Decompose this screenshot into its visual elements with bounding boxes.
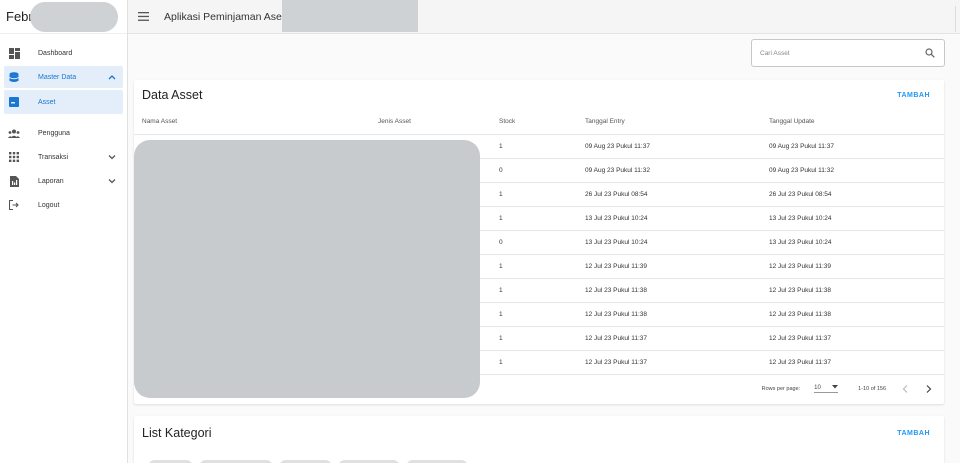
cell-tanggal-update: 12 Jul 23 Pukul 11:37 — [761, 350, 944, 375]
sidebar-item-label: Master Data — [38, 73, 77, 81]
sidebar-item-transaksi[interactable]: Transaksi — [4, 146, 123, 168]
top-bar: Aplikasi Peminjaman Aset — [128, 0, 960, 34]
chevron-down-icon — [107, 176, 117, 186]
redacted-title — [282, 0, 418, 32]
sidebar-item-dashboard[interactable]: Dashboard — [4, 42, 123, 64]
divider — [955, 6, 956, 32]
column-header-stock[interactable]: Stock — [491, 110, 577, 135]
search-input[interactable] — [760, 49, 924, 57]
cell-tanggal-update: 12 Jul 23 Pukul 11:38 — [761, 278, 944, 303]
sidebar-item-label: Dashboard — [38, 49, 73, 57]
sidebar-item-asset[interactable]: Asset — [4, 90, 123, 114]
rows-per-page-select[interactable]: 10 — [814, 384, 839, 393]
cell-stock: 1 — [491, 302, 577, 327]
cell-stock: 1 — [491, 326, 577, 351]
database-icon — [8, 71, 20, 83]
main-content: Data Asset TAMBAH Nama Asset Jenis Asset… — [128, 34, 960, 463]
cell-stock: 1 — [491, 134, 577, 159]
cell-tanggal-entry: 12 Jul 23 Pukul 11:37 — [577, 326, 761, 351]
redacted-area — [134, 140, 480, 398]
add-kategori-button[interactable]: TAMBAH — [897, 430, 930, 437]
search-box — [751, 39, 945, 67]
cell-tanggal-update: 13 Jul 23 Pukul 10:24 — [761, 230, 944, 255]
users-icon — [8, 127, 20, 139]
asset-card-title: Data Asset — [142, 88, 203, 102]
column-header-tanggal-update[interactable]: Tanggal Update — [761, 110, 944, 135]
column-header-tanggal-entry[interactable]: Tanggal Entry — [577, 110, 761, 135]
next-page-button[interactable] — [924, 384, 934, 394]
chevron-down-icon — [107, 152, 117, 162]
kategori-card-header: List Kategori TAMBAH — [134, 416, 944, 450]
sidebar-item-master-data[interactable]: Master Data — [4, 66, 123, 88]
cell-tanggal-entry: 09 Aug 23 Pukul 11:37 — [577, 134, 761, 159]
cell-stock: 0 — [491, 230, 577, 255]
cell-stock: 1 — [491, 254, 577, 279]
asset-card-header: Data Asset TAMBAH — [134, 80, 944, 110]
asset-card: Data Asset TAMBAH Nama Asset Jenis Asset… — [134, 80, 944, 404]
sidebar: Febri Dashboard Master Data Asset Penggu… — [0, 0, 128, 463]
cell-tanggal-entry: 12 Jul 23 Pukul 11:38 — [577, 278, 761, 303]
cell-tanggal-update: 12 Jul 23 Pukul 11:38 — [761, 302, 944, 327]
table-header-row: Nama Asset Jenis Asset Stock Tanggal Ent… — [134, 110, 944, 135]
cell-tanggal-update: 13 Jul 23 Pukul 10:24 — [761, 206, 944, 231]
chevron-up-icon — [107, 72, 117, 82]
cell-stock: 1 — [491, 182, 577, 207]
menu-icon[interactable] — [136, 10, 150, 24]
sidebar-item-label: Laporan — [38, 177, 64, 185]
kategori-card-title: List Kategori — [142, 426, 212, 440]
kategori-card: List Kategori TAMBAH KendaraanRuang Kela… — [134, 416, 944, 463]
sidebar-item-logout[interactable]: Logout — [4, 194, 123, 216]
app-title: Aplikasi Peminjaman Aset — [164, 10, 285, 23]
cell-stock: 0 — [491, 158, 577, 183]
sidebar-item-label: Logout — [38, 201, 60, 209]
sidebar-item-label: Asset — [38, 98, 56, 106]
search-icon[interactable] — [924, 47, 936, 59]
rows-per-page-label: Rows per page: — [761, 385, 801, 392]
asset-icon — [8, 96, 20, 108]
cell-tanggal-entry: 13 Jul 23 Pukul 10:24 — [577, 230, 761, 255]
add-asset-button[interactable]: TAMBAH — [897, 92, 930, 99]
prev-page-button[interactable] — [900, 384, 910, 394]
cell-stock: 1 — [491, 206, 577, 231]
dashboard-icon — [8, 47, 20, 59]
cell-tanggal-update: 12 Jul 23 Pukul 11:39 — [761, 254, 944, 279]
sidebar-item-pengguna[interactable]: Pengguna — [4, 122, 123, 144]
cell-tanggal-entry: 12 Jul 23 Pukul 11:39 — [577, 254, 761, 279]
cell-tanggal-entry: 13 Jul 23 Pukul 10:24 — [577, 206, 761, 231]
grid-icon — [8, 151, 20, 163]
cell-tanggal-entry: 12 Jul 23 Pukul 11:38 — [577, 302, 761, 327]
cell-tanggal-update: 12 Jul 23 Pukul 11:37 — [761, 326, 944, 351]
logout-icon — [8, 199, 20, 211]
cell-tanggal-entry: 12 Jul 23 Pukul 11:37 — [577, 350, 761, 375]
cell-tanggal-update: 09 Aug 23 Pukul 11:37 — [761, 134, 944, 159]
cell-tanggal-update: 26 Jul 23 Pukul 08:54 — [761, 182, 944, 207]
redacted-brand — [30, 2, 118, 32]
sidebar-item-laporan[interactable]: Laporan — [4, 170, 123, 192]
caret-down-icon — [832, 384, 839, 391]
cell-stock: 1 — [491, 350, 577, 375]
cell-stock: 1 — [491, 278, 577, 303]
report-icon — [8, 175, 20, 187]
pagination-range: 1-10 of 156 — [858, 385, 886, 392]
column-header-jenis-asset[interactable]: Jenis Asset — [370, 110, 491, 135]
brand: Febri — [0, 0, 127, 34]
cell-tanggal-update: 09 Aug 23 Pukul 11:32 — [761, 158, 944, 183]
column-header-nama-asset[interactable]: Nama Asset — [134, 110, 370, 135]
cell-tanggal-entry: 09 Aug 23 Pukul 11:32 — [577, 158, 761, 183]
sidebar-nav: Dashboard Master Data Asset Pengguna Tra… — [0, 34, 127, 216]
cell-tanggal-entry: 26 Jul 23 Pukul 08:54 — [577, 182, 761, 207]
rows-per-page-value: 10 — [814, 384, 821, 391]
sidebar-item-label: Transaksi — [38, 153, 69, 161]
sidebar-item-label: Pengguna — [38, 129, 70, 137]
